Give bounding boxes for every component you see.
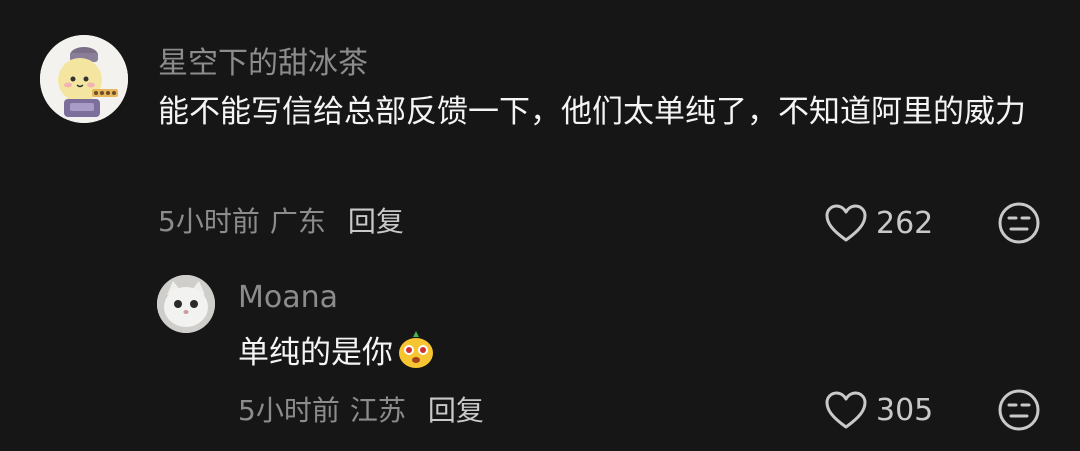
- heart-outline-icon: [825, 391, 867, 429]
- comment-item: 星空下的甜冰茶 能不能写信给总部反馈一下，他们太单纯了，不知道阿里的威力 5小时…: [0, 0, 1080, 260]
- comment-text: 单纯的是你: [238, 325, 938, 381]
- heart-outline-icon: [825, 204, 867, 242]
- comment-meta: 5小时前 广东 回复: [158, 200, 404, 240]
- like-count: 305: [876, 392, 934, 428]
- white-cat-icon: [157, 275, 215, 333]
- timestamp: 5小时前: [158, 205, 260, 238]
- like-button[interactable]: 305: [824, 390, 933, 430]
- neutral-face-icon[interactable]: [997, 201, 1041, 245]
- yellow-mischief-face-emoji-icon: [399, 331, 433, 368]
- username[interactable]: Moana: [238, 280, 338, 315]
- like-count: 262: [876, 205, 934, 241]
- like-button[interactable]: 262: [824, 203, 933, 243]
- user-avatar[interactable]: [157, 275, 215, 333]
- timestamp: 5小时前: [238, 394, 340, 427]
- location: 江苏: [349, 394, 406, 427]
- reply-button[interactable]: 回复: [348, 205, 404, 238]
- username[interactable]: 星空下的甜冰茶: [158, 38, 368, 82]
- reply-button[interactable]: 回复: [428, 394, 484, 427]
- comment-text-body: 单纯的是你: [238, 335, 393, 371]
- user-avatar[interactable]: [40, 35, 128, 123]
- location: 广东: [269, 205, 326, 238]
- cartoon-egg-chef-icon: [40, 35, 128, 123]
- neutral-face-icon[interactable]: [997, 388, 1041, 432]
- comment-text: 能不能写信给总部反馈一下，他们太单纯了，不知道阿里的威力: [158, 94, 1026, 130]
- comment-meta: 5小时前 江苏 回复: [238, 389, 484, 429]
- reply-comment-item: Moana 单纯的是你 5小时前 江苏 回复 305: [0, 260, 1080, 451]
